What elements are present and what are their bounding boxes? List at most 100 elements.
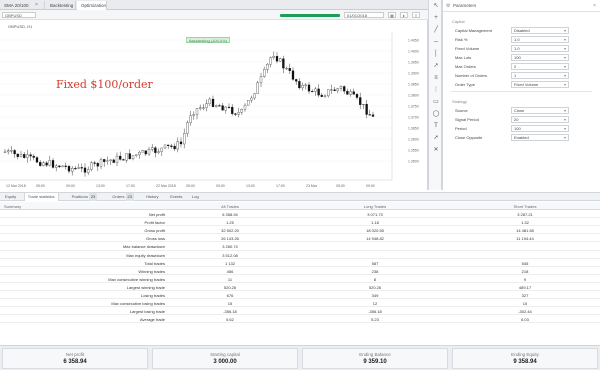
channel-icon[interactable]: ≡ [432,74,440,82]
candle-body [208,98,211,104]
price-tick-label: 1.3750 [408,105,419,109]
table-row: Total trades 1 132 587 545 [0,259,600,267]
candle-body [154,147,157,153]
metric-value: 10 [522,301,528,307]
metric-label: Largest winning trade [126,284,165,290]
table-row: Max balance drawdown 3 260.74 [0,242,600,251]
param-value-input[interactable]: 100 ▾ [511,54,569,61]
metric-label: Max balance drawdown [122,244,165,250]
candle-body [135,154,138,156]
price-tick-label: 1.3650 [408,127,419,131]
settings-icon[interactable]: ≡ [412,12,420,18]
vertical-line-icon[interactable]: │ [432,50,440,58]
crosshair-icon[interactable]: + [432,14,440,22]
tab-strategy[interactable]: SMA 20/100 × [0,1,45,10]
candle-body [279,58,282,62]
ellipse-icon[interactable]: ◯ [432,110,440,118]
arrow-icon[interactable]: ➚ [432,134,440,142]
param-value-input[interactable]: 1.0 ▾ [511,36,569,43]
metric-value: -356.18 [368,309,382,315]
candle-body [83,167,87,173]
stat-value: 9 358.94 [513,359,537,365]
rectangle-icon[interactable]: ▭ [432,98,440,106]
param-row: Close Opposite Enabled ▾ [443,133,600,142]
chart-title: GBPUSD, H1 [8,24,33,29]
param-value-input[interactable]: 2 ▾ [511,63,569,70]
ray-icon[interactable]: ↗ [432,62,440,70]
tab-events[interactable]: Events [167,193,185,201]
date-input[interactable]: 01/01/2018 [344,12,384,18]
param-value-input[interactable]: 100 ▾ [511,125,569,132]
candle-body [19,154,23,157]
chevron-down-icon: ▾ [563,126,566,131]
candle-body [39,162,42,166]
param-value-input[interactable]: 20 ▾ [511,116,569,123]
param-value-input[interactable]: Fixed Volume ▾ [511,81,569,88]
candle-body [74,168,77,170]
tab-log[interactable]: Log [189,193,202,201]
candlestick-chart[interactable]: 1.4050 1.4000 1.3950 1.3900 1.3850 1.3800 1.37… [0,32,428,190]
time-tick-label: 12 Mar 2018 [6,184,26,188]
symbol-input[interactable]: GBPUSD [2,12,36,18]
stat-value: 3 000.00 [213,359,237,365]
tab-backtesting[interactable]: Backtesting [46,1,76,10]
tab-history[interactable]: History [143,193,161,201]
candle-body [3,151,7,153]
tab-optimization[interactable]: Optimization [77,1,107,10]
count-badge: 23 [125,193,134,201]
metric-value: 14 948.82 [366,236,384,242]
price-tick-label: 1.3800 [408,94,419,98]
line-tool-icon[interactable]: ╱ [432,26,440,34]
param-value-input[interactable]: 1 ▾ [511,72,569,79]
tab-positions[interactable]: Positions 23 [69,193,101,201]
param-row: Signal Period 20 ▾ [443,115,600,124]
table-row: Max consecutive losing trades 15 12 10 [0,299,600,308]
time-tick-label: 09:00 [366,184,375,188]
candle-body [103,159,106,162]
candle-body [35,157,39,163]
candle-body [298,81,301,89]
param-value-input[interactable]: Enabled ▾ [511,134,569,141]
close-icon[interactable]: × [35,1,38,10]
param-label: Risk % [455,37,468,42]
horizontal-line-icon[interactable]: ─ [432,38,440,46]
metric-value: 18 020.55 [366,228,384,234]
tab-equity[interactable]: Equity [2,193,19,201]
close-icon[interactable]: × [593,0,596,12]
metric-value: 545 [521,260,529,266]
calendar-icon[interactable]: ▦ [388,12,396,18]
param-label: Max Lots [455,55,472,60]
fibonacci-icon[interactable]: ⋮ [432,86,440,94]
column-header: Short Trades [513,204,537,209]
param-row: Period 100 ▾ [443,124,600,133]
param-value-input[interactable]: 1.0 ▾ [511,45,569,52]
trash-icon[interactable]: ✕ [432,146,440,154]
param-value-input[interactable]: Disabled ▾ [511,27,569,34]
candle-body [266,64,269,70]
chevron-down-icon: ▾ [563,46,566,51]
candle-body [96,163,99,167]
metric-value: 32 502.20 [221,228,239,234]
section-strategy: Strategy [452,99,467,104]
tab-label: Orders [112,194,125,199]
tab-trade-statistics[interactable]: Trade statistics [23,193,59,201]
param-value-input[interactable]: Close ▾ [511,107,569,114]
candle-body [32,155,35,158]
candle-body [55,165,58,168]
text-icon[interactable]: T [432,122,440,130]
candle-body [119,155,122,160]
play-icon[interactable]: ▸ [400,12,408,18]
candle-body [343,86,346,92]
cursor-icon[interactable]: ↖ [432,2,440,10]
chart-toolbar: GBPUSD 01/01/2018 ▦ ▸ ≡ [0,10,428,20]
param-row: Source Close ▾ [443,106,600,115]
time-tick-label: 13:00 [96,184,105,188]
candle-body [26,154,29,158]
candle-body [311,90,314,93]
candle-body [237,112,240,115]
tab-orders[interactable]: Orders 23 [109,193,137,201]
candle-body [275,56,279,62]
price-tick-label: 1.3700 [408,116,419,120]
candle-body [144,150,147,155]
candle-body [250,97,253,101]
